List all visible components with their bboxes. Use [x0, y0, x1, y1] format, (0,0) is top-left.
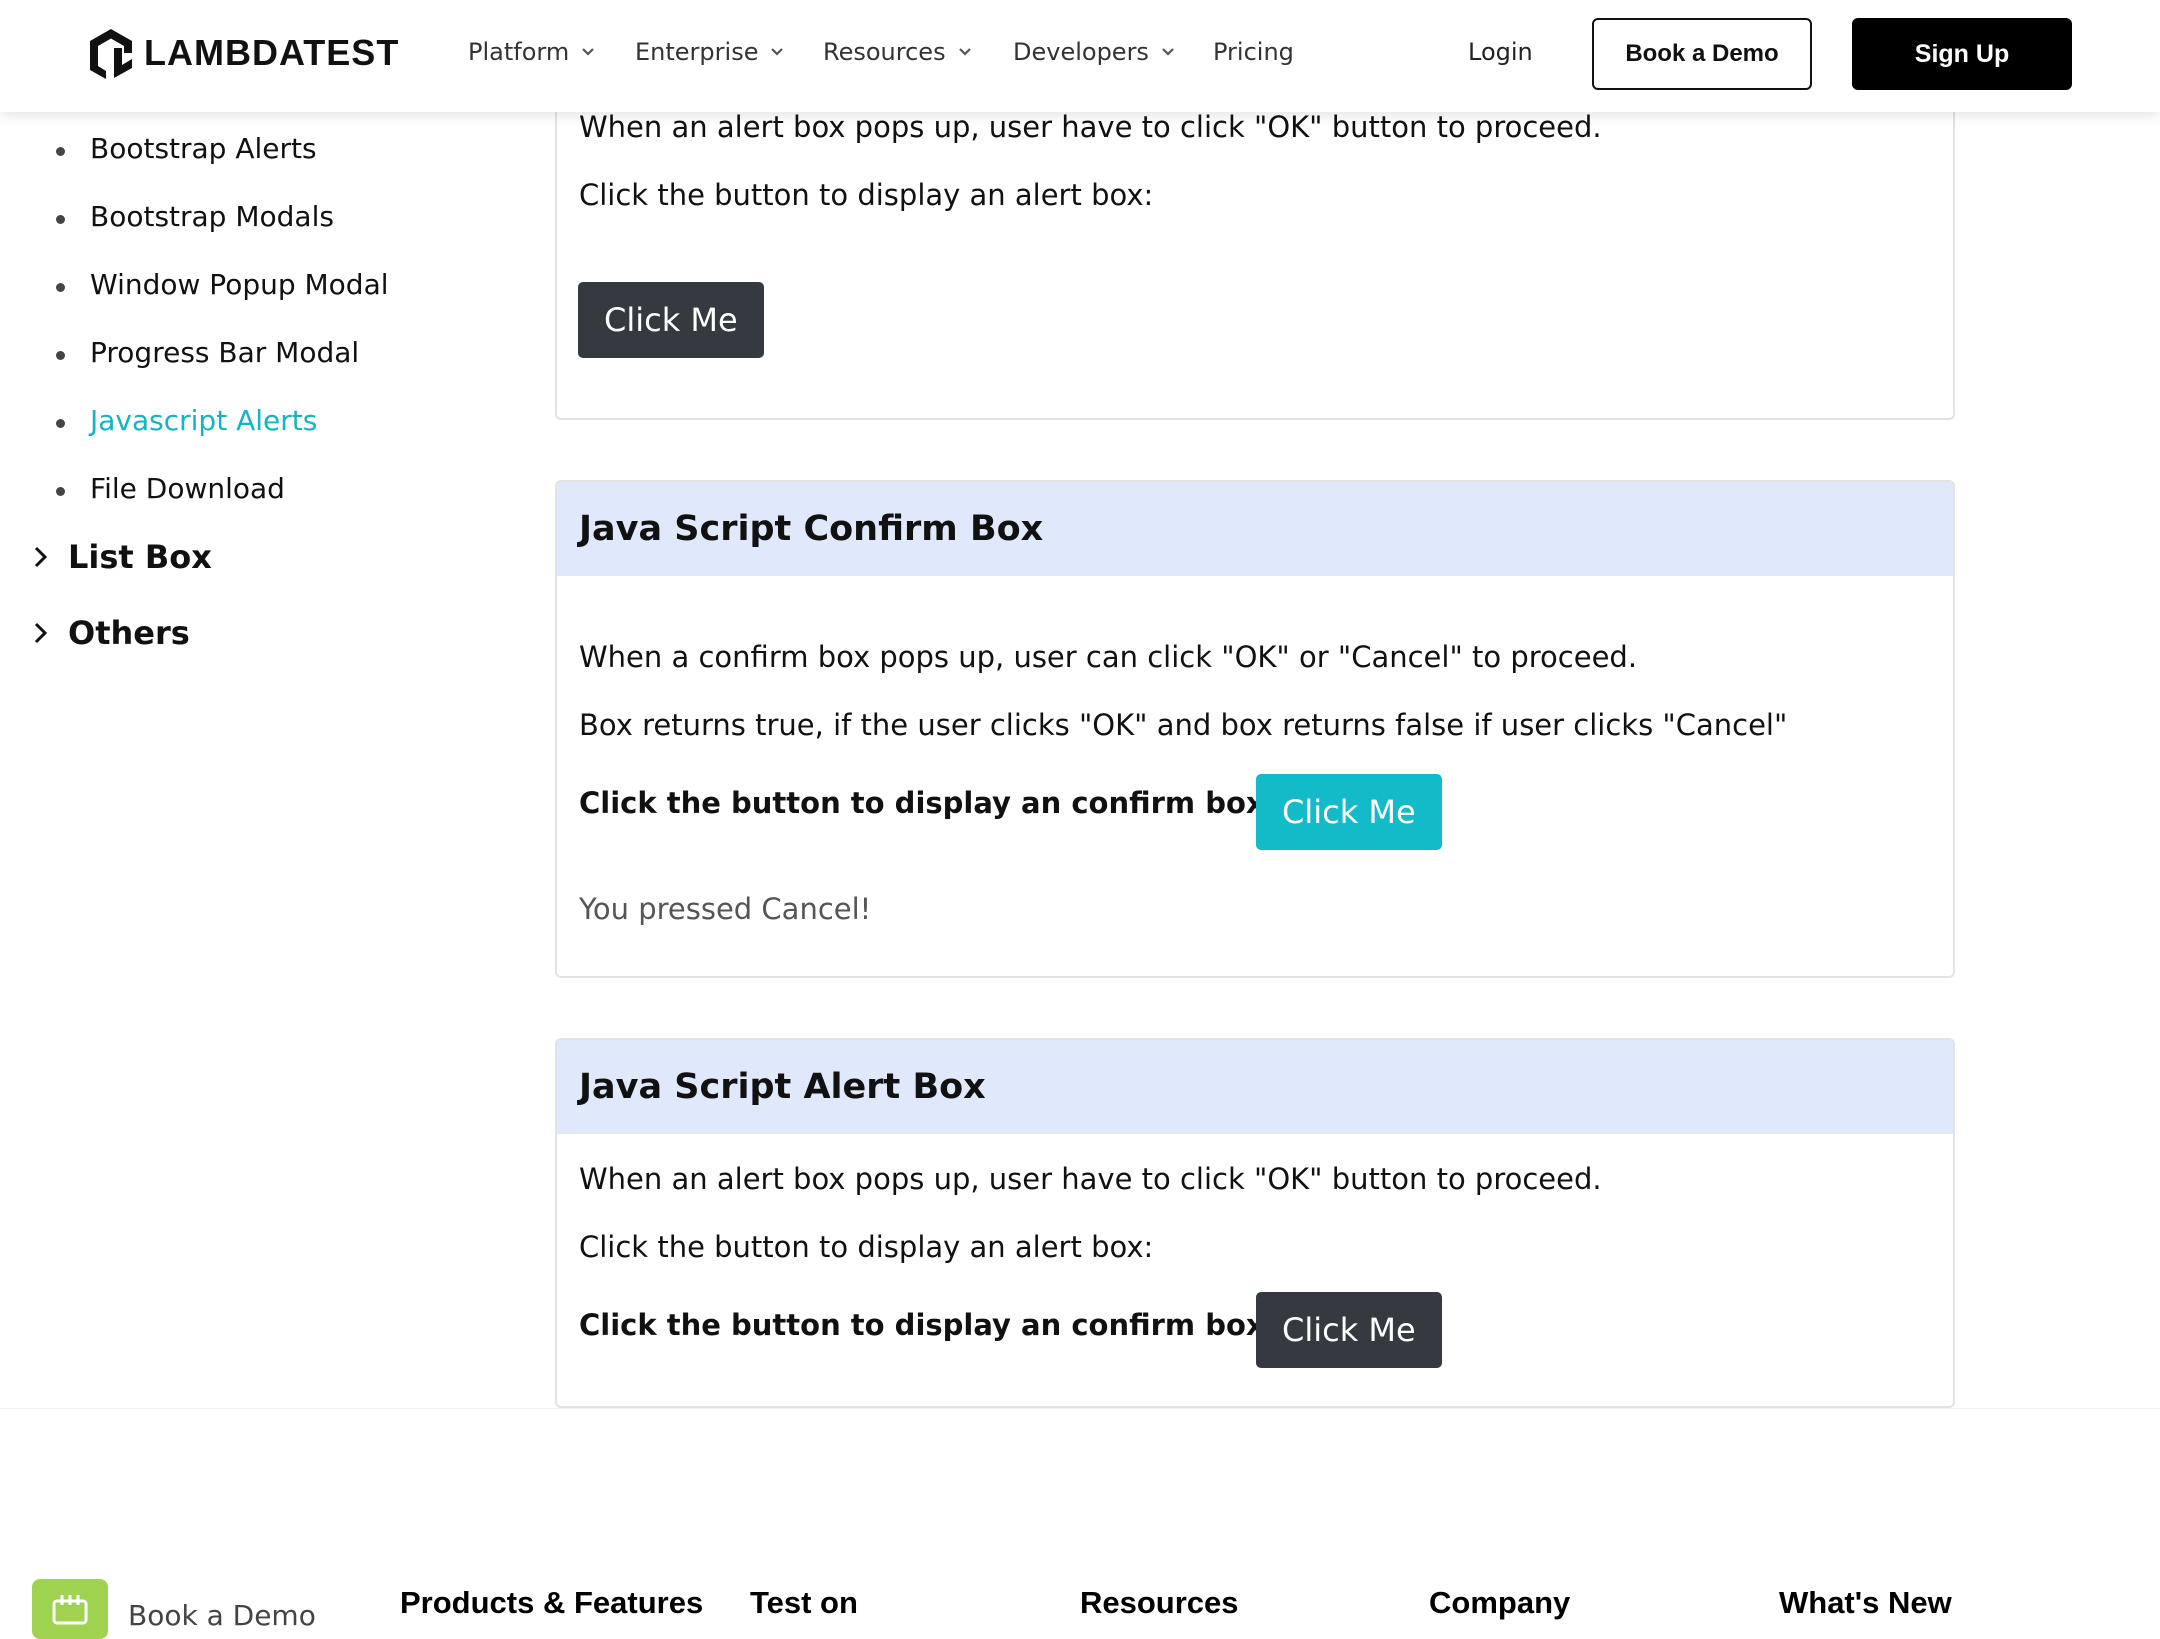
confirm-box-title: Java Script Confirm Box [557, 482, 1953, 576]
chevron-down-icon [582, 48, 594, 56]
confirm-prompt: Click the button to display an confirm b… [579, 786, 1277, 820]
book-demo-badge[interactable] [32, 1579, 108, 1639]
sidebar-group-list-box[interactable]: List Box [30, 538, 212, 576]
login-link[interactable]: Login [1468, 38, 1533, 66]
sidebar-item-window-popup-modal[interactable]: Window Popup Modal [56, 268, 389, 301]
book-demo-button[interactable]: Book a Demo [1592, 18, 1812, 90]
lambdatest-logo[interactable]: LAMBDATEST [86, 26, 399, 80]
calendar-icon [52, 1595, 88, 1625]
chevron-down-icon [771, 48, 784, 56]
chevron-down-icon [958, 48, 971, 56]
nav-developers[interactable]: Developers [1013, 38, 1175, 66]
sidebar-group-label: Others [68, 614, 190, 652]
footer-heading-whats-new: What's New [1779, 1585, 1952, 1620]
nav-resources[interactable]: Resources [823, 38, 972, 66]
nav-resources-label: Resources [823, 38, 946, 66]
alert-click-me-button[interactable]: Click Me [578, 282, 764, 358]
nav-pricing[interactable]: Pricing [1213, 38, 1294, 66]
alert-box-description: When an alert box pops up, user have to … [579, 1162, 1602, 1196]
alert-box-title: Java Script Alert Box [557, 1040, 1953, 1134]
nav-developers-label: Developers [1013, 38, 1149, 66]
alert-description: When an alert box pops up, user have to … [579, 110, 1602, 144]
sign-up-button[interactable]: Sign Up [1852, 18, 2072, 90]
alert-box-panel-top: When an alert box pops up, user have to … [555, 80, 1955, 420]
footer-heading-resources: Resources [1080, 1585, 1239, 1620]
nav-enterprise[interactable]: Enterprise [635, 38, 784, 66]
nav-enterprise-label: Enterprise [635, 38, 759, 66]
nav-platform-label: Platform [468, 38, 570, 66]
chevron-down-icon [1162, 48, 1174, 56]
alert-instruction: Click the button to display an alert box… [579, 178, 1154, 212]
footer-heading-test-on: Test on [750, 1585, 858, 1620]
sidebar-item-bootstrap-modals[interactable]: Bootstrap Modals [56, 200, 334, 233]
alert-box-instruction: Click the button to display an alert box… [579, 1230, 1154, 1264]
alert-box-prompt: Click the button to display an confirm b… [579, 1308, 1277, 1342]
nav-pricing-label: Pricing [1213, 38, 1294, 66]
brand-name: LAMBDATEST [144, 32, 400, 73]
sidebar-group-label: List Box [68, 538, 212, 576]
sidebar-group-others[interactable]: Others [30, 614, 190, 652]
confirm-description: When a confirm box pops up, user can cli… [579, 640, 1638, 674]
chevron-right-icon [34, 622, 48, 644]
sidebar-item-file-download[interactable]: File Download [56, 472, 285, 505]
confirm-returns-info: Box returns true, if the user clicks "OK… [579, 708, 1788, 742]
sidebar-item-progress-bar-modal[interactable]: Progress Bar Modal [55, 336, 359, 369]
confirm-click-me-button[interactable]: Click Me [1256, 774, 1442, 850]
nav-platform[interactable]: Platform [468, 38, 595, 66]
footer-heading-products: Products & Features [400, 1585, 704, 1620]
chevron-right-icon [34, 546, 48, 568]
lambdatest-logo-icon [90, 29, 132, 79]
footer-heading-company: Company [1429, 1585, 1571, 1620]
sidebar-item-javascript-alerts[interactable]: Javascript Alerts [55, 404, 317, 437]
confirm-result-text: You pressed Cancel! [579, 892, 872, 926]
footer: Book a Demo Products & Features Test on … [0, 1408, 2160, 1639]
alert-box-panel: Java Script Alert Box When an alert box … [555, 1038, 1955, 1408]
confirm-box-panel: Java Script Confirm Box When a confirm b… [555, 480, 1955, 978]
sidebar-item-bootstrap-alerts[interactable]: Bootstrap Alerts [56, 132, 317, 165]
footer-book-demo-link[interactable]: Book a Demo [128, 1599, 316, 1632]
top-navbar: LAMBDATEST Platform Enterprise Resources… [0, 0, 2160, 112]
alert-box-click-me-button[interactable]: Click Me [1256, 1292, 1442, 1368]
